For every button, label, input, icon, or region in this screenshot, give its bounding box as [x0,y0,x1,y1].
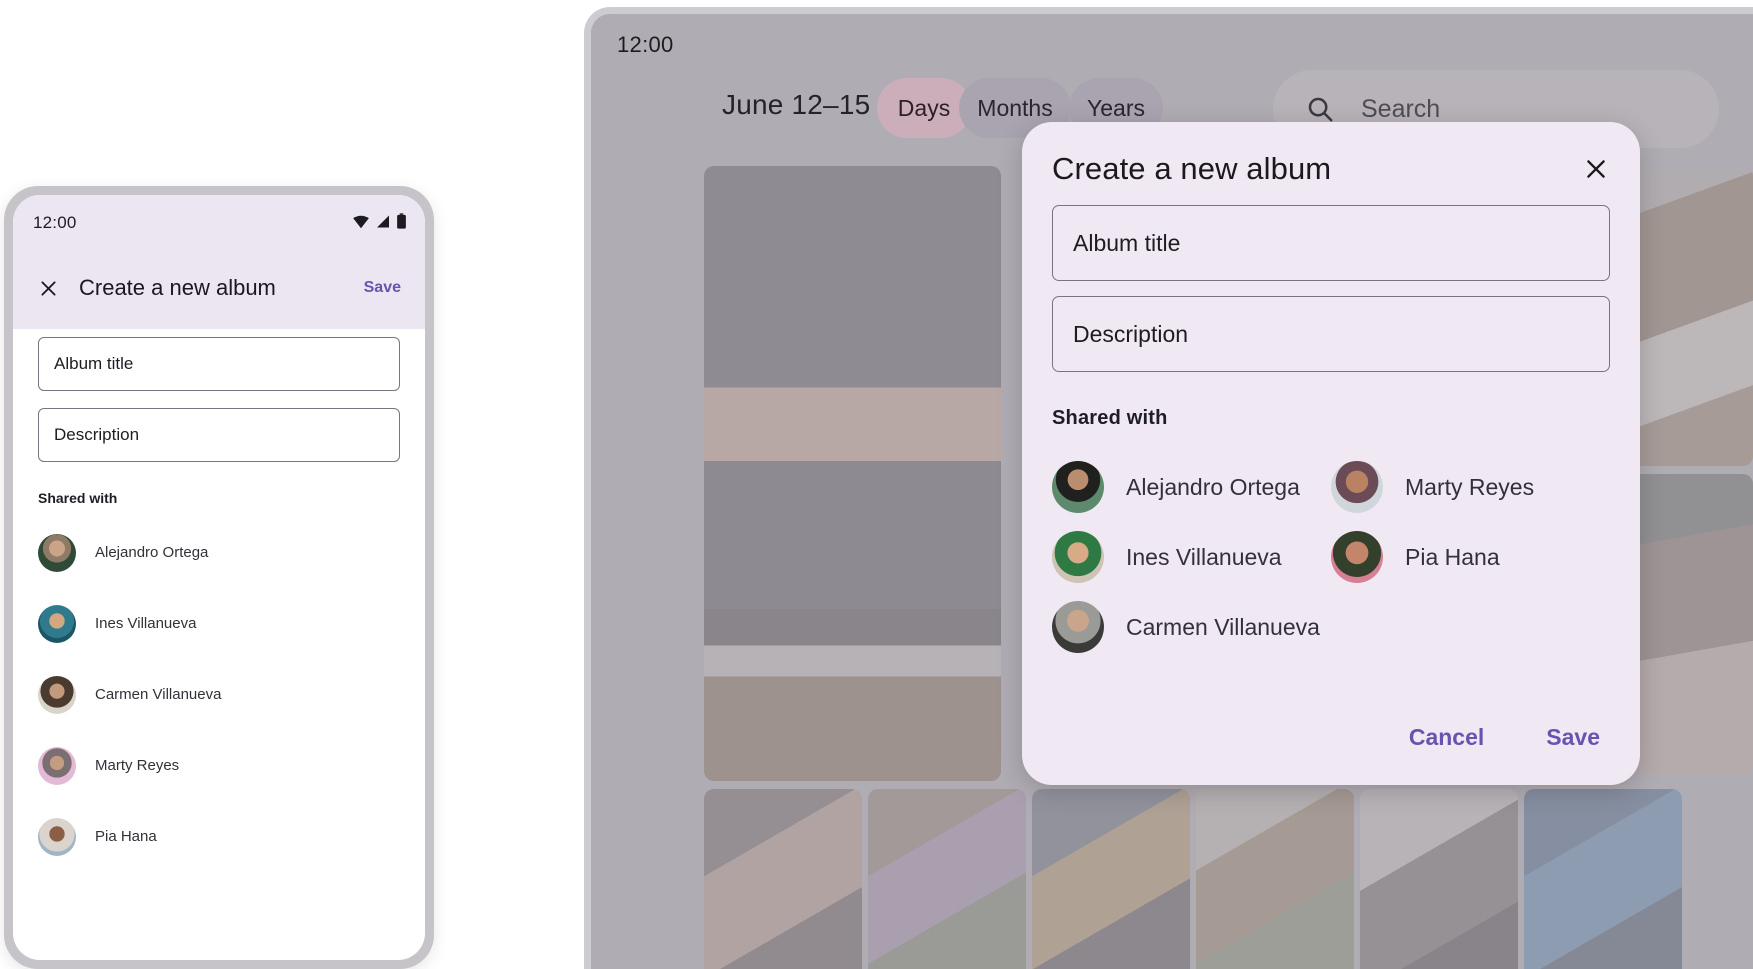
close-icon[interactable] [31,271,65,305]
date-range-label: June 12–15 [722,89,871,120]
person-name: Ines Villanueva [1126,543,1282,570]
tab-days-label: Days [897,94,951,121]
avatar [1052,601,1104,653]
list-item[interactable]: Ines Villanueva [1052,522,1331,592]
avatar [1331,461,1383,513]
dialog-actions: Cancel Save [1395,714,1614,761]
list-item[interactable]: Marty Reyes [38,730,409,801]
person-name: Carmen Villanueva [95,686,222,703]
wifi-icon [352,214,370,234]
album-title-input[interactable]: Album title [38,337,400,391]
person-name: Marty Reyes [95,757,180,774]
tab-months-label: Months [977,94,1053,121]
shared-with-label: Shared with [38,490,118,506]
list-item[interactable]: Ines Villanueva [38,588,409,659]
shared-with-list: Alejandro Ortega Marty Reyes Ines Villan… [1052,452,1610,662]
person-name: Alejandro Ortega [1126,473,1300,500]
avatar [38,604,76,643]
tab-years-label: Years [1087,94,1145,121]
photo-tile-bottom-5[interactable] [1360,789,1518,969]
phone-screen: 12:00 Create a new album Save Album titl… [13,195,425,960]
person-name: Pia Hana [95,828,157,845]
list-item[interactable]: Alejandro Ortega [1052,452,1331,522]
close-icon[interactable] [1576,149,1616,189]
description-input[interactable]: Description [1052,296,1610,372]
phone-status-icons [352,213,407,234]
search-input[interactable]: Search [1361,95,1440,124]
tab-days[interactable]: Days [877,78,971,138]
cellular-signal-icon [375,214,391,234]
photo-tile-bottom-1[interactable] [704,789,862,969]
save-button[interactable]: Save [358,273,407,303]
description-input[interactable]: Description [38,408,400,462]
avatar [38,533,76,572]
list-item[interactable]: Pia Hana [38,801,409,872]
person-name: Ines Villanueva [95,615,197,632]
photo-tile-bottom-3[interactable] [1032,789,1190,969]
dialog-title: Create a new album [1052,151,1332,186]
cancel-button[interactable]: Cancel [1395,714,1498,761]
avatar [1331,531,1383,583]
person-name: Pia Hana [1405,543,1500,570]
avatar [1052,531,1104,583]
screenshot-root: 12:00 June 12–15 Days Months Years Searc… [0,0,1753,969]
person-name: Marty Reyes [1405,473,1535,500]
photo-tile-bottom-2[interactable] [868,789,1026,969]
album-title-input[interactable]: Album title [1052,205,1610,281]
list-item[interactable]: Carmen Villanueva [1052,592,1331,662]
person-name: Alejandro Ortega [95,544,209,561]
person-name: Carmen Villanueva [1126,613,1320,640]
page-title: Create a new album [79,275,276,300]
photo-tile-main[interactable] [704,166,1001,781]
description-placeholder: Description [54,425,140,444]
shared-with-label: Shared with [1052,407,1168,429]
avatar [1052,461,1104,513]
dialog-header: Create a new album [1052,139,1616,199]
photo-tile-bottom-6[interactable] [1524,789,1682,969]
album-title-placeholder: Album title [54,354,134,373]
photo-tile-bottom-4[interactable] [1196,789,1354,969]
search-icon [1305,94,1335,124]
phone-top-app-bar: Create a new album Save [13,247,425,329]
tablet-status-time: 12:00 [617,32,674,57]
list-item[interactable]: Pia Hana [1331,522,1610,592]
album-title-placeholder: Album title [1073,229,1181,256]
phone-status-time: 12:00 [33,213,77,232]
avatar [38,675,76,714]
save-button[interactable]: Save [1532,714,1614,761]
create-album-dialog: Create a new album Album title Descripti… [1022,122,1640,785]
battery-icon [396,213,407,234]
description-placeholder: Description [1073,320,1189,347]
list-item[interactable]: Carmen Villanueva [38,659,409,730]
avatar [38,817,76,856]
shared-with-list: Alejandro Ortega Ines Villanueva Carmen … [38,517,409,872]
phone-device-frame: 12:00 Create a new album Save Album titl… [4,186,434,969]
list-item[interactable]: Marty Reyes [1331,452,1610,522]
list-item[interactable]: Alejandro Ortega [38,517,409,588]
avatar [38,746,76,785]
